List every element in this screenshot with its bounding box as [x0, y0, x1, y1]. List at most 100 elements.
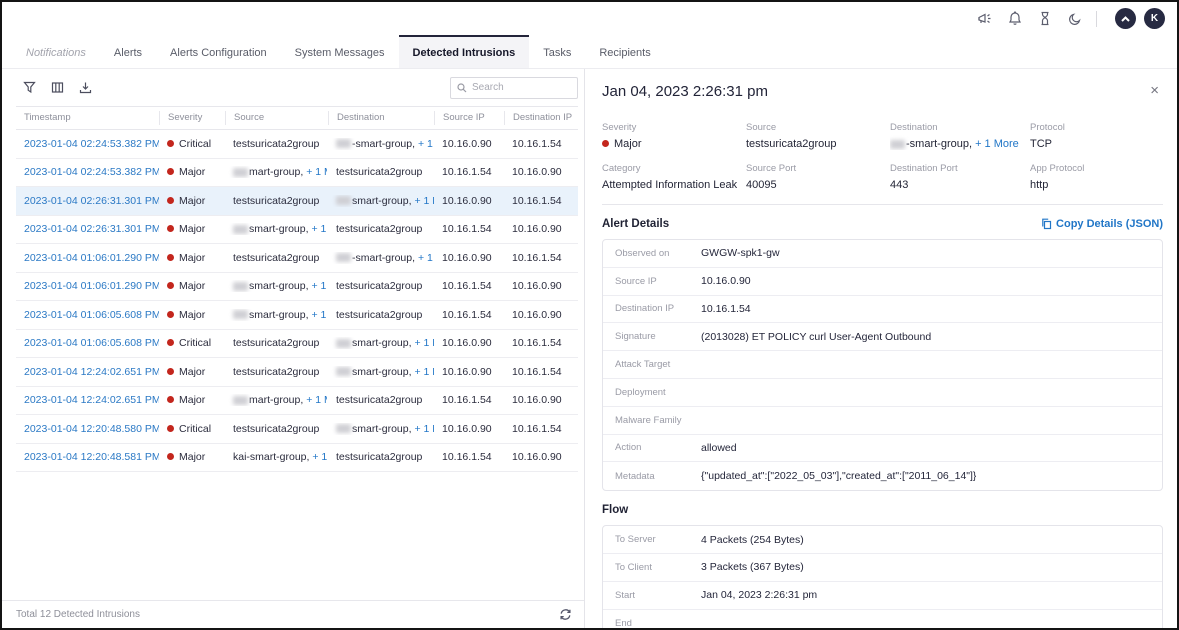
group-name: testsuricata2group [336, 309, 422, 321]
detail-row-value: {"updated_at":["2022_05_03"],"created_at… [701, 470, 976, 482]
destination-ip-cell: 10.16.1.54 [504, 366, 579, 378]
table-row[interactable]: 2023-01-04 02:24:53.382 PMCriticaltestsu… [16, 130, 578, 159]
list-footer: Total 12 Detected Intrusions [2, 600, 584, 628]
timestamp-link[interactable]: 2023-01-04 12:20:48.581 PM [24, 451, 159, 463]
column-header-source-ip[interactable]: Source IP [434, 111, 504, 125]
timestamp-cell: 2023-01-04 02:24:53.382 PM [16, 138, 159, 150]
more-groups-link[interactable]: + 1 More [414, 423, 434, 435]
group-name: testsuricata2group [233, 252, 319, 264]
group-name: testsuricata2group [233, 195, 319, 207]
source-ip-cell: 10.16.1.54 [434, 451, 504, 463]
detail-title: Jan 04, 2023 2:26:31 pm [602, 83, 768, 100]
timestamp-link[interactable]: 2023-01-04 01:06:05.608 PM [24, 309, 159, 321]
severity-cell: Major [159, 252, 225, 264]
refresh-icon[interactable] [559, 608, 572, 621]
timestamp-link[interactable]: 2023-01-04 02:24:53.382 PM [24, 166, 159, 178]
tab-detected-intrusions[interactable]: Detected Intrusions [399, 35, 530, 68]
timestamp-link[interactable]: 2023-01-04 12:24:02.651 PM [24, 366, 159, 378]
timestamp-link[interactable]: 2023-01-04 02:24:53.382 PM [24, 138, 159, 150]
source-cell: smart-group, + 1 More [225, 223, 328, 235]
detail-row-to-server: To Server4 Packets (254 Bytes) [603, 526, 1162, 554]
more-groups-link[interactable]: + 1 More [311, 223, 328, 235]
summary-category: CategoryAttempted Information Leak [602, 163, 746, 191]
more-groups-link[interactable]: + 1 More [306, 166, 327, 178]
severity-dot-icon [167, 140, 174, 147]
table-row[interactable]: 2023-01-04 01:06:01.290 PMMajorsmart-gro… [16, 273, 578, 302]
more-groups-link[interactable]: + 1 More [414, 337, 434, 349]
detail-row-label: Malware Family [615, 415, 701, 426]
table-row[interactable]: 2023-01-04 01:06:05.608 PMMajorsmart-gro… [16, 301, 578, 330]
destination-cell: smart-group, + 1 More [328, 337, 434, 349]
more-groups-link[interactable]: + 1 More [414, 195, 434, 207]
more-groups-link[interactable]: + 1 More [418, 252, 434, 264]
dark-mode-moon-icon[interactable] [1060, 8, 1090, 30]
timestamp-link[interactable]: 2023-01-04 12:20:48.580 PM [24, 423, 159, 435]
group-name: smart-group, [249, 280, 311, 292]
bell-icon[interactable] [1000, 8, 1030, 30]
table-row[interactable]: 2023-01-04 12:24:02.651 PMMajortestsuric… [16, 358, 578, 387]
timestamp-link[interactable]: 2023-01-04 01:06:01.290 PM [24, 280, 159, 292]
column-header-timestamp[interactable]: Timestamp [16, 111, 159, 125]
more-groups-link[interactable]: + 1 More [414, 366, 434, 378]
source-ip-cell: 10.16.0.90 [434, 423, 504, 435]
column-header-source[interactable]: Source [225, 111, 328, 125]
table-row[interactable]: 2023-01-04 02:26:31.301 PMMajortestsuric… [16, 187, 578, 216]
group-name: testsuricata2group [336, 223, 422, 235]
summary-label: Severity [602, 122, 746, 133]
detail-row-value: 3 Packets (367 Bytes) [701, 561, 804, 573]
timestamp-cell: 2023-01-04 01:06:05.608 PM [16, 309, 159, 321]
announcement-icon[interactable] [970, 8, 1000, 30]
more-groups-link[interactable]: + 1 More [418, 138, 434, 150]
download-icon[interactable] [72, 77, 98, 99]
group-name: smart-group, [352, 195, 414, 207]
more-groups-link[interactable]: + 1 More [975, 138, 1019, 150]
tab-alerts[interactable]: Alerts [100, 35, 156, 68]
severity-dot-icon [167, 396, 174, 403]
severity-cell: Major [159, 394, 225, 406]
timestamp-link[interactable]: 2023-01-04 02:26:31.301 PM [24, 223, 159, 235]
summary-severity: SeverityMajor [602, 122, 746, 150]
tab-tasks[interactable]: Tasks [529, 35, 585, 68]
table-row[interactable]: 2023-01-04 12:24:02.651 PMMajormart-grou… [16, 387, 578, 416]
more-groups-link[interactable]: + 1 More [312, 451, 328, 463]
detail-row-source-ip: Source IP10.16.0.90 [603, 268, 1162, 296]
severity-dot-icon [167, 254, 174, 261]
table-row[interactable]: 2023-01-04 12:20:48.580 PMCriticaltestsu… [16, 415, 578, 444]
tab-alerts-configuration[interactable]: Alerts Configuration [156, 35, 281, 68]
source-cell: mart-group, + 1 More [225, 166, 328, 178]
tab-notifications[interactable]: Notifications [12, 35, 100, 68]
table-row[interactable]: 2023-01-04 01:06:05.608 PMCriticaltestsu… [16, 330, 578, 359]
tab-system-messages[interactable]: System Messages [281, 35, 399, 68]
destination-ip-cell: 10.16.0.90 [504, 309, 579, 321]
timestamp-link[interactable]: 2023-01-04 01:06:05.608 PM [24, 337, 159, 349]
more-groups-link[interactable]: + 1 More [311, 309, 328, 321]
user-avatar[interactable]: K [1144, 8, 1165, 29]
more-groups-link[interactable]: + 1 More [306, 394, 327, 406]
timestamp-link[interactable]: 2023-01-04 02:26:31.301 PM [24, 195, 159, 207]
filter-icon[interactable] [16, 77, 42, 99]
scroll-top-button[interactable] [1115, 8, 1136, 29]
group-name: testsuricata2group [233, 366, 319, 378]
detail-row-end: End [603, 610, 1162, 628]
hourglass-icon[interactable] [1030, 8, 1060, 30]
columns-icon[interactable] [44, 77, 70, 99]
detail-row-label: Attack Target [615, 359, 701, 370]
timestamp-link[interactable]: 2023-01-04 01:06:01.290 PM [24, 252, 159, 264]
copy-details-json-button[interactable]: Copy Details (JSON) [1041, 218, 1163, 230]
table-row[interactable]: 2023-01-04 12:20:48.581 PMMajorkai-smart… [16, 444, 578, 473]
column-header-destination[interactable]: Destination [328, 111, 434, 125]
table-row[interactable]: 2023-01-04 02:24:53.382 PMMajormart-grou… [16, 159, 578, 188]
tab-recipients[interactable]: Recipients [585, 35, 664, 68]
chevron-up-icon [1121, 16, 1130, 22]
column-header-destination-ip[interactable]: Destination IP [504, 111, 579, 125]
severity-cell: Major [159, 223, 225, 235]
summary-label: App Protocol [1030, 163, 1163, 174]
timestamp-link[interactable]: 2023-01-04 12:24:02.651 PM [24, 394, 159, 406]
search-input[interactable] [472, 82, 571, 93]
column-header-severity[interactable]: Severity [159, 111, 225, 125]
more-groups-link[interactable]: + 1 More [311, 280, 328, 292]
table-row[interactable]: 2023-01-04 02:26:31.301 PMMajorsmart-gro… [16, 216, 578, 245]
table-row[interactable]: 2023-01-04 01:06:01.290 PMMajor testsuric… [16, 244, 578, 273]
detail-row-action: Actionallowed [603, 435, 1162, 463]
close-icon[interactable]: × [1146, 83, 1163, 98]
